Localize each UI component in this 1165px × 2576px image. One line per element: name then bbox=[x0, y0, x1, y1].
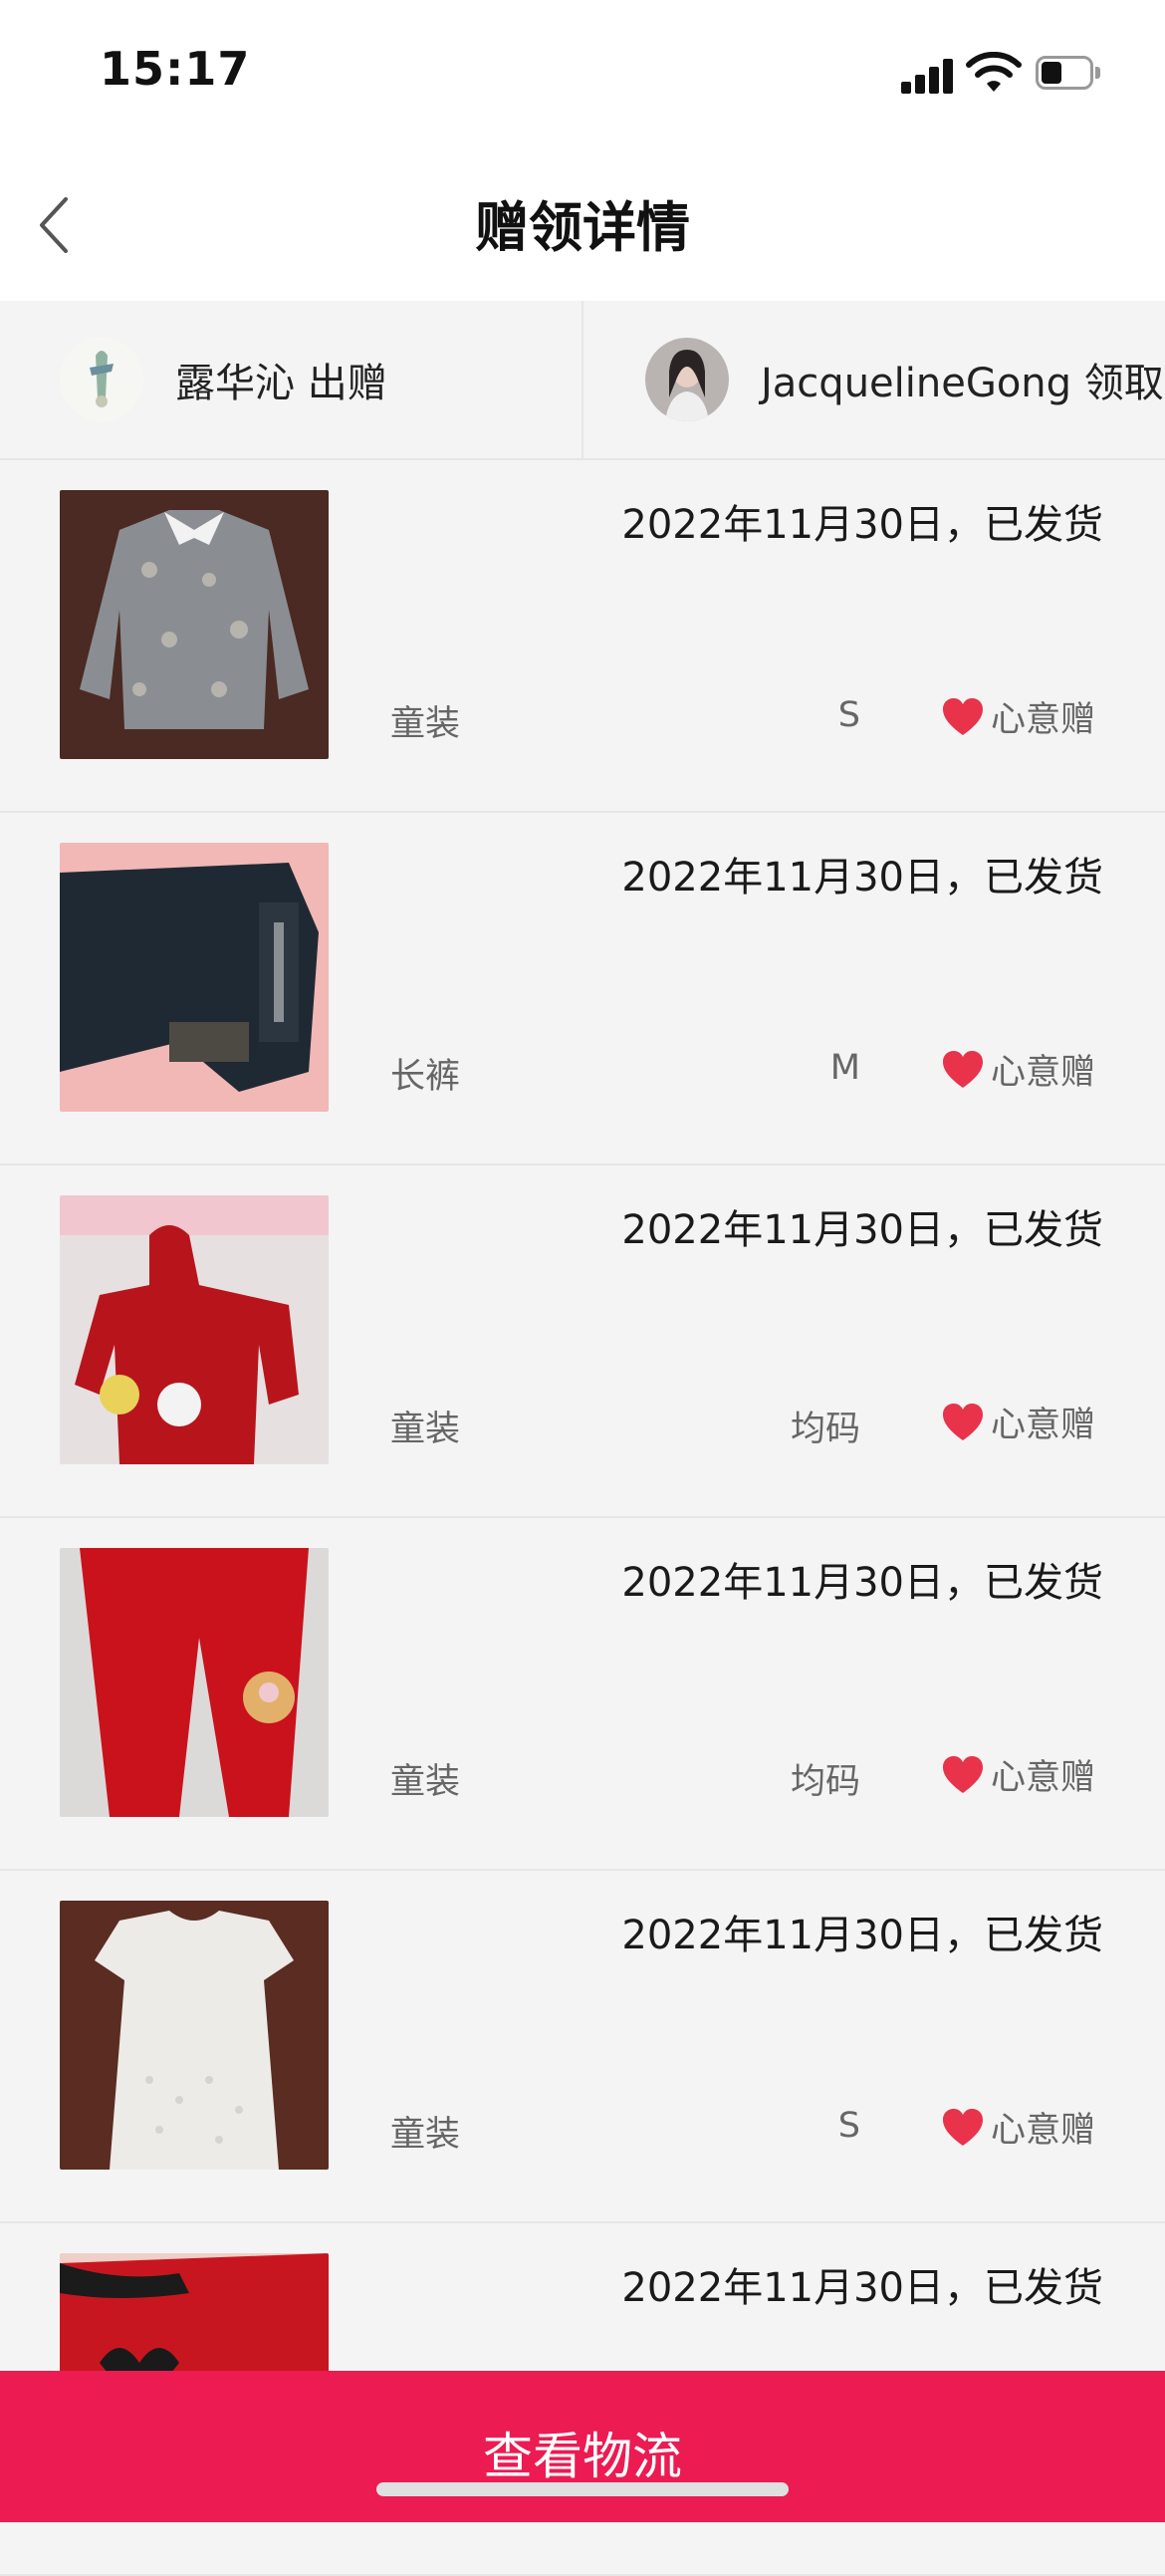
status-bar: 15:17 bbox=[0, 0, 1165, 149]
item-status: 2022年11月30日，已发货 bbox=[621, 1560, 1103, 1606]
item-photo-dark-jeans[interactable] bbox=[60, 843, 329, 1112]
list-item[interactable]: 2022年11月30日，已发货 童装 S 心意赠 bbox=[0, 1871, 1165, 2223]
list-item[interactable]: 2022年11月30日，已发货 童装 均码 心意赠 bbox=[0, 1165, 1165, 1518]
giver-info[interactable]: 露华沁 出赠 bbox=[60, 301, 578, 458]
view-logistics-button[interactable]: 查看物流 bbox=[0, 2371, 1165, 2522]
home-indicator bbox=[376, 2482, 789, 2496]
item-category: 童装 bbox=[390, 2115, 461, 2155]
gift-type: 心意赠 bbox=[941, 691, 1095, 742]
page-title: 赠领详情 bbox=[475, 196, 690, 259]
cellular-signal-icon bbox=[901, 58, 957, 94]
gift-type: 心意赠 bbox=[941, 2102, 1095, 2153]
gift-type: 心意赠 bbox=[941, 1397, 1095, 1447]
heart-icon bbox=[942, 1403, 983, 1440]
heart-icon bbox=[942, 2108, 983, 2146]
item-size: 均码 bbox=[790, 1762, 860, 1802]
item-size: 均码 bbox=[790, 1410, 860, 1449]
receiver-avatar[interactable] bbox=[645, 338, 729, 421]
heart-icon bbox=[942, 1755, 983, 1793]
list-item[interactable]: 2022年11月30日，已发货 童装 S 心意赠 bbox=[0, 460, 1165, 813]
list-item[interactable]: 2022年11月30日，已发货 长裤 M 心意赠 bbox=[0, 813, 1165, 1165]
item-category: 童装 bbox=[390, 704, 461, 744]
view-logistics-label: 查看物流 bbox=[483, 2428, 682, 2485]
gift-type-label: 心意赠 bbox=[990, 2111, 1095, 2151]
item-status: 2022年11月30日，已发货 bbox=[621, 502, 1103, 548]
giver-avatar[interactable] bbox=[60, 338, 143, 421]
item-category: 童装 bbox=[390, 1762, 461, 1802]
item-photo-white-lace-dress[interactable] bbox=[60, 1901, 329, 2170]
item-size: S bbox=[837, 2106, 860, 2146]
item-photo-red-hooded-jacket[interactable] bbox=[60, 1195, 329, 1464]
item-status: 2022年11月30日，已发货 bbox=[621, 855, 1103, 901]
gift-type-label: 心意赠 bbox=[990, 700, 1095, 740]
gift-type: 心意赠 bbox=[941, 1749, 1095, 1800]
item-photo-floral-shirt[interactable] bbox=[60, 490, 329, 759]
parties-row: 露华沁 出赠 JacquelineGong 领取 bbox=[0, 301, 1165, 460]
heart-icon bbox=[942, 1050, 983, 1088]
receiver-info[interactable]: JacquelineGong 领取 bbox=[645, 301, 1165, 458]
receiver-label: JacquelineGong 领取 bbox=[761, 361, 1164, 406]
divider bbox=[582, 301, 583, 458]
item-category: 童装 bbox=[390, 1410, 461, 1449]
list-item[interactable]: 2022年11月30日，已发货 童装 均码 心意赠 bbox=[0, 1518, 1165, 1871]
wifi-icon bbox=[966, 52, 1022, 92]
battery-icon bbox=[1036, 56, 1101, 92]
item-size: S bbox=[837, 695, 860, 735]
gift-type-label: 心意赠 bbox=[990, 1053, 1095, 1093]
item-size: M bbox=[829, 1048, 860, 1088]
item-status: 2022年11月30日，已发货 bbox=[621, 2265, 1103, 2311]
item-photo-red-padded-pants[interactable] bbox=[60, 1548, 329, 1817]
gift-type-label: 心意赠 bbox=[990, 1406, 1095, 1445]
giver-label: 露华沁 出赠 bbox=[175, 361, 387, 406]
item-status: 2022年11月30日，已发货 bbox=[621, 1913, 1103, 1958]
status-time: 15:17 bbox=[100, 42, 251, 96]
nav-bar: 赠领详情 bbox=[0, 149, 1165, 301]
heart-icon bbox=[942, 697, 983, 735]
gift-type: 心意赠 bbox=[941, 1044, 1095, 1095]
item-status: 2022年11月30日，已发货 bbox=[621, 1207, 1103, 1253]
gift-type-label: 心意赠 bbox=[990, 1758, 1095, 1798]
item-category: 长裤 bbox=[390, 1057, 461, 1097]
